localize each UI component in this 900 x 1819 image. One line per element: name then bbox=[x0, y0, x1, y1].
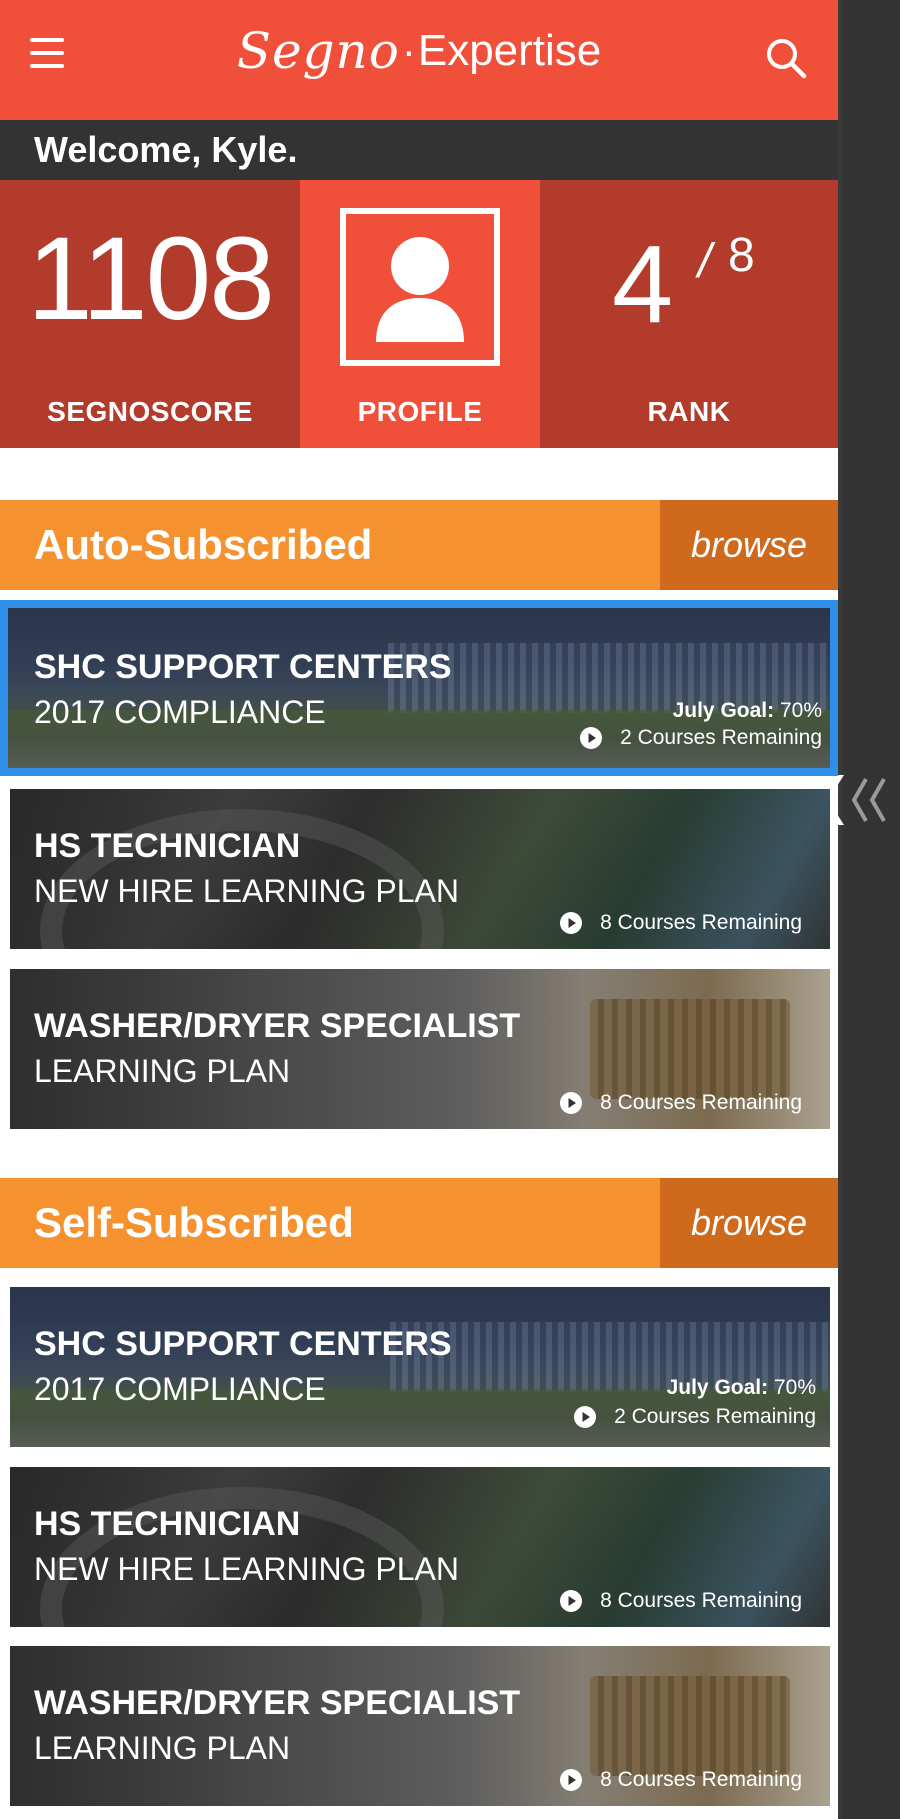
play-icon bbox=[580, 727, 603, 749]
rank-separator: / bbox=[698, 235, 712, 288]
logo-expertise-text: Expertise bbox=[417, 26, 602, 75]
app-logo: Segno·Expertise bbox=[0, 22, 838, 102]
app-header: Segno·Expertise bbox=[0, 0, 838, 120]
card-subtitle: LEARNING PLAN bbox=[34, 1730, 291, 1766]
plan-card-washer-dryer-specialist[interactable]: WASHER/DRYER SPECIALIST LEARNING PLAN 8 … bbox=[10, 969, 830, 1129]
play-icon bbox=[560, 1590, 583, 1612]
courses-remaining-text: 8 Courses Remaining bbox=[600, 1091, 802, 1114]
plan-card-shc-support-centers[interactable]: SHC SUPPORT CENTERS 2017 COMPLIANCE July… bbox=[10, 1287, 830, 1447]
plan-card-washer-dryer-specialist[interactable]: WASHER/DRYER SPECIALIST LEARNING PLAN 8 … bbox=[10, 1646, 830, 1806]
rank-total: 8 bbox=[728, 229, 755, 282]
app-main: Segno·Expertise Welcome, Kyle. 1108 SEGN… bbox=[0, 0, 838, 1819]
profile-avatar-icon bbox=[340, 208, 500, 366]
side-drawer-strip bbox=[842, 0, 900, 1819]
courses-remaining: 8 Courses Remaining bbox=[560, 1768, 802, 1792]
card-subtitle: 2017 COMPLIANCE bbox=[34, 694, 326, 730]
stats-panel: 1108 SEGNOSCORE PROFILE 4 / 8 RANK bbox=[0, 180, 838, 448]
courses-remaining-text: 2 Courses Remaining bbox=[614, 1405, 816, 1428]
play-icon bbox=[560, 912, 583, 934]
card-subtitle: NEW HIRE LEARNING PLAN bbox=[34, 1551, 459, 1587]
courses-remaining-text: 8 Courses Remaining bbox=[600, 911, 802, 934]
courses-remaining-text: 2 Courses Remaining bbox=[620, 726, 822, 749]
goal-value: 70% bbox=[773, 1376, 816, 1399]
goal-value: 70% bbox=[779, 699, 822, 722]
card-title: WASHER/DRYER SPECIALIST bbox=[34, 1684, 521, 1722]
card-subtitle: 2017 COMPLIANCE bbox=[34, 1371, 326, 1407]
profile-label: PROFILE bbox=[357, 396, 483, 427]
courses-remaining: 8 Courses Remaining bbox=[560, 1589, 802, 1613]
welcome-message: Welcome, Kyle. bbox=[0, 120, 838, 180]
section-title: Auto-Subscribed bbox=[34, 521, 373, 568]
card-goal: July Goal: 70% bbox=[667, 1377, 816, 1398]
rank-label: RANK bbox=[647, 396, 731, 427]
courses-remaining: 2 Courses Remaining bbox=[580, 726, 822, 750]
rank-value: 4 / 8 bbox=[540, 230, 838, 340]
courses-remaining-text: 8 Courses Remaining bbox=[600, 1768, 802, 1791]
play-icon bbox=[574, 1406, 597, 1428]
section-title: Self-Subscribed bbox=[34, 1199, 354, 1246]
section-auto-subscribed: Auto-Subscribed browse bbox=[0, 500, 838, 590]
plan-card-shc-support-centers[interactable]: SHC SUPPORT CENTERS 2017 COMPLIANCE July… bbox=[0, 600, 838, 776]
goal-label: July Goal: bbox=[672, 699, 775, 722]
browse-button[interactable]: browse bbox=[660, 500, 838, 590]
logo-segno-text: Segno bbox=[236, 22, 400, 80]
segnoscore-value: 1108 bbox=[27, 213, 275, 345]
card-title: HS TECHNICIAN bbox=[34, 827, 301, 865]
segnoscore-tile[interactable]: 1108 SEGNOSCORE bbox=[0, 180, 300, 448]
card-subtitle: NEW HIRE LEARNING PLAN bbox=[34, 873, 459, 909]
courses-remaining: 2 Courses Remaining bbox=[574, 1405, 816, 1429]
section-self-subscribed: Self-Subscribed browse bbox=[0, 1178, 838, 1268]
card-title: SHC SUPPORT CENTERS bbox=[34, 1325, 452, 1363]
logo-dot: · bbox=[401, 27, 416, 74]
play-icon bbox=[560, 1769, 583, 1791]
search-icon[interactable] bbox=[764, 36, 808, 80]
play-icon bbox=[560, 1092, 583, 1114]
rank-number: 4 bbox=[612, 223, 674, 346]
courses-remaining-text: 8 Courses Remaining bbox=[600, 1589, 802, 1612]
plan-card-hs-technician[interactable]: HS TECHNICIAN NEW HIRE LEARNING PLAN 8 C… bbox=[10, 1467, 830, 1627]
card-subtitle: LEARNING PLAN bbox=[34, 1053, 291, 1089]
profile-button[interactable]: PROFILE bbox=[300, 180, 540, 448]
plan-card-hs-technician[interactable]: HS TECHNICIAN NEW HIRE LEARNING PLAN 8 C… bbox=[10, 789, 830, 949]
card-goal: July Goal: 70% bbox=[673, 700, 822, 721]
segnoscore-label: SEGNOSCORE bbox=[47, 396, 253, 427]
card-title: HS TECHNICIAN bbox=[34, 1505, 301, 1543]
browse-button[interactable]: browse bbox=[660, 1178, 838, 1268]
rank-tile[interactable]: 4 / 8 RANK bbox=[540, 180, 838, 448]
card-title: WASHER/DRYER SPECIALIST bbox=[34, 1007, 521, 1045]
courses-remaining: 8 Courses Remaining bbox=[560, 911, 802, 935]
courses-remaining: 8 Courses Remaining bbox=[560, 1091, 802, 1115]
goal-label: July Goal: bbox=[666, 1376, 769, 1399]
card-title: SHC SUPPORT CENTERS bbox=[34, 648, 452, 686]
